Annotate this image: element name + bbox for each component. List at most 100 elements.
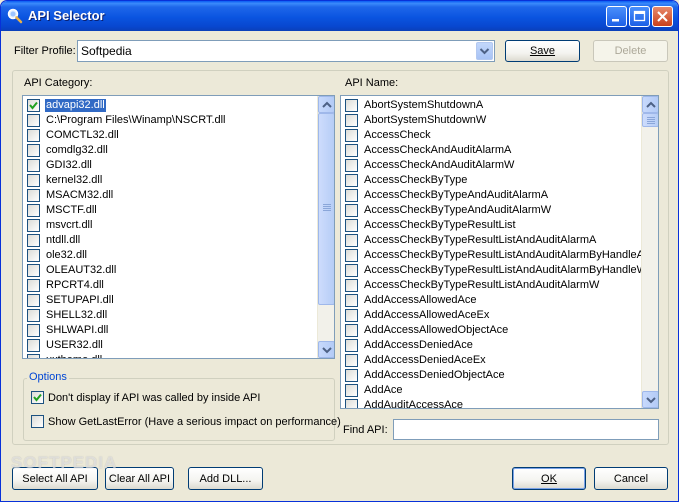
- checkbox[interactable]: [27, 249, 40, 262]
- checkbox[interactable]: [27, 174, 40, 187]
- api-name-list-item[interactable]: AbortSystemShutdownA: [343, 98, 639, 113]
- checkbox[interactable]: [345, 189, 358, 202]
- checkbox[interactable]: [345, 324, 358, 337]
- checkbox[interactable]: [345, 174, 358, 187]
- api-name-list-item[interactable]: AddAccessAllowedAceEx: [343, 308, 639, 323]
- category-scroll-down-button[interactable]: [318, 341, 334, 358]
- checkbox[interactable]: [345, 249, 358, 262]
- api-scroll-up-button[interactable]: [642, 96, 658, 113]
- add-dll-button[interactable]: Add DLL...: [188, 467, 263, 490]
- api-name-list-item[interactable]: AccessCheckByTypeResultList: [343, 218, 639, 233]
- api-name-list-item[interactable]: AccessCheckByTypeResultListAndAuditAlarm…: [343, 278, 639, 293]
- option-dont-display-inside-api[interactable]: Don't display if API was called by insid…: [31, 391, 331, 406]
- api-name-list-item[interactable]: AccessCheckByTypeAndAuditAlarmA: [343, 188, 639, 203]
- checkbox[interactable]: [27, 339, 40, 352]
- api-name-list-item[interactable]: AddAccessDeniedAce: [343, 338, 639, 353]
- minimize-button[interactable]: [606, 6, 627, 27]
- api-name-list-item[interactable]: AccessCheckByTypeAndAuditAlarmW: [343, 203, 639, 218]
- checkbox[interactable]: [345, 99, 358, 112]
- checkbox[interactable]: [27, 159, 40, 172]
- category-list-item[interactable]: advapi32.dll: [25, 98, 315, 113]
- option-show-getlasterror[interactable]: Show GetLastError (Have a serious impact…: [31, 415, 341, 430]
- api-name-list-item[interactable]: AccessCheckByType: [343, 173, 639, 188]
- ok-button[interactable]: OK: [512, 467, 586, 490]
- checkbox[interactable]: [31, 391, 44, 404]
- checkbox[interactable]: [345, 234, 358, 247]
- checkbox[interactable]: [345, 384, 358, 397]
- category-list-item[interactable]: comdlg32.dll: [25, 143, 315, 158]
- category-list-item[interactable]: COMCTL32.dll: [25, 128, 315, 143]
- api-name-list-item[interactable]: AccessCheck: [343, 128, 639, 143]
- api-name-list-item[interactable]: AccessCheckAndAuditAlarmW: [343, 158, 639, 173]
- checkbox[interactable]: [345, 204, 358, 217]
- category-list-item[interactable]: C:\Program Files\Winamp\NSCRT.dll: [25, 113, 315, 128]
- title-bar[interactable]: API Selector: [1, 1, 678, 31]
- delete-button[interactable]: Delete: [593, 40, 668, 62]
- category-scrollbar[interactable]: [317, 96, 334, 358]
- checkbox[interactable]: [345, 339, 358, 352]
- api-name-list-item[interactable]: AddAce: [343, 383, 639, 398]
- api-name-list-item[interactable]: AddAccessDeniedObjectAce: [343, 368, 639, 383]
- checkbox[interactable]: [27, 114, 40, 127]
- checkbox[interactable]: [27, 324, 40, 337]
- cancel-button[interactable]: Cancel: [594, 467, 668, 490]
- category-list-item[interactable]: OLEAUT32.dll: [25, 263, 315, 278]
- checkbox[interactable]: [345, 354, 358, 367]
- checkbox[interactable]: [27, 219, 40, 232]
- category-list-item[interactable]: ole32.dll: [25, 248, 315, 263]
- save-button[interactable]: Save: [505, 40, 580, 62]
- api-name-list-item[interactable]: AddAuditAccessAce: [343, 398, 639, 408]
- api-scroll-thumb[interactable]: [642, 113, 658, 127]
- api-name-list-item[interactable]: AbortSystemShutdownW: [343, 113, 639, 128]
- checkbox[interactable]: [345, 369, 358, 382]
- checkbox[interactable]: [27, 99, 40, 112]
- category-list-item[interactable]: SHLWAPI.dll: [25, 323, 315, 338]
- api-name-list-item[interactable]: AddAccessAllowedObjectAce: [343, 323, 639, 338]
- category-list-item[interactable]: kernel32.dll: [25, 173, 315, 188]
- api-category-list[interactable]: uxtheme.dll USER32.dll SHLWAPI.dll SHELL32.…: [22, 95, 335, 359]
- category-list-item[interactable]: USER32.dll: [25, 338, 315, 353]
- category-list-item[interactable]: uxtheme.dll: [25, 353, 315, 358]
- category-list-item[interactable]: MSACM32.dll: [25, 188, 315, 203]
- category-list-item[interactable]: SETUPAPI.dll: [25, 293, 315, 308]
- close-button[interactable]: [652, 6, 673, 27]
- filter-profile-combo[interactable]: Softpedia: [77, 40, 495, 62]
- api-name-list-item[interactable]: AccessCheckByTypeResultListAndAuditAlarm…: [343, 263, 647, 278]
- category-list-item[interactable]: GDI32.dll: [25, 158, 315, 173]
- checkbox[interactable]: [27, 309, 40, 322]
- checkbox[interactable]: [27, 189, 40, 202]
- checkbox[interactable]: [345, 399, 358, 408]
- checkbox[interactable]: [345, 129, 358, 142]
- category-scroll-thumb[interactable]: [318, 113, 334, 305]
- category-list-item[interactable]: RPCRT4.dll: [25, 278, 315, 293]
- find-api-input[interactable]: [393, 419, 659, 440]
- api-name-list-item[interactable]: AddAccessDeniedAceEx: [343, 353, 639, 368]
- checkbox[interactable]: [345, 264, 358, 277]
- category-scroll-up-button[interactable]: [318, 96, 334, 113]
- api-name-list-item[interactable]: AccessCheckAndAuditAlarmA: [343, 143, 639, 158]
- api-scroll-down-button[interactable]: [642, 391, 658, 408]
- maximize-button[interactable]: [629, 6, 650, 27]
- api-name-list-item[interactable]: AccessCheckByTypeResultListAndAuditAlarm…: [343, 233, 639, 248]
- checkbox[interactable]: [345, 219, 358, 232]
- checkbox[interactable]: [31, 415, 44, 428]
- checkbox[interactable]: [27, 129, 40, 142]
- checkbox[interactable]: [27, 294, 40, 307]
- api-name-list[interactable]: AddAuditAccessAce AddAce AddAccessDeniedOb…: [340, 95, 659, 409]
- api-name-list-item[interactable]: AddAccessAllowedAce: [343, 293, 639, 308]
- checkbox[interactable]: [345, 294, 358, 307]
- checkbox[interactable]: [345, 114, 358, 127]
- checkbox[interactable]: [27, 144, 40, 157]
- api-name-scrollbar[interactable]: [641, 96, 658, 408]
- category-list-item[interactable]: MSCTF.dll: [25, 203, 315, 218]
- checkbox[interactable]: [27, 204, 40, 217]
- checkbox[interactable]: [345, 144, 358, 157]
- category-list-item[interactable]: SHELL32.dll: [25, 308, 315, 323]
- category-list-item[interactable]: ntdll.dll: [25, 233, 315, 248]
- checkbox[interactable]: [27, 279, 40, 292]
- checkbox[interactable]: [27, 264, 40, 277]
- combo-dropdown-button[interactable]: [476, 42, 493, 60]
- checkbox[interactable]: [27, 354, 40, 358]
- checkbox[interactable]: [27, 234, 40, 247]
- checkbox[interactable]: [345, 309, 358, 322]
